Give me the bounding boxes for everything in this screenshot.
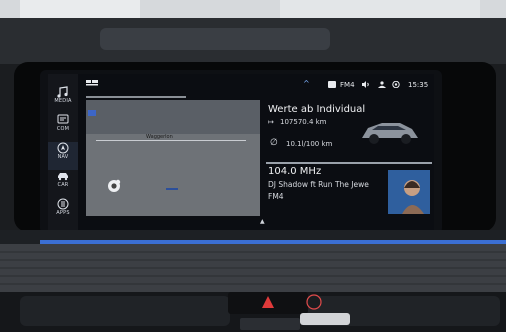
car-image-icon xyxy=(358,114,422,152)
route-line xyxy=(166,188,178,190)
map-progress-bar xyxy=(86,96,186,98)
sidebar-item-car[interactable]: CAR xyxy=(48,170,78,198)
vehicle-info-card[interactable]: Werte ab Individual ↦ 107570.4 km ∅ 10.1… xyxy=(266,100,432,158)
vehicle-card-title: Werte ab Individual xyxy=(268,104,366,115)
sidebar-item-label: COM xyxy=(56,126,70,132)
sidebar-item-label: CAR xyxy=(57,182,69,188)
sidebar-item-label: MEDIA xyxy=(54,98,72,104)
media-source-label: FM4 xyxy=(340,81,355,89)
sidebar-item-label: APPS xyxy=(56,210,70,216)
sidebar: MEDIA COM NAV CAR APPS xyxy=(48,74,78,230)
infotainment-display: MEDIA COM NAV CAR APPS ^ FM4 15:35 Wagge… xyxy=(48,74,434,230)
apps-icon xyxy=(57,198,69,210)
user-icon xyxy=(378,81,386,90)
map-street-label: Waggerlon xyxy=(146,134,173,140)
radio-track: DJ Shadow ft Run The Jewe xyxy=(268,180,369,189)
ambient-light-strip xyxy=(40,240,506,244)
sidebar-item-com[interactable]: COM xyxy=(48,114,78,142)
lock-button-icon xyxy=(306,294,322,310)
status-bar: ^ FM4 15:35 xyxy=(78,74,434,96)
radio-card[interactable]: 104.0 MHz DJ Shadow ft Run The Jewe FM4 xyxy=(266,162,432,218)
map-info-icon xyxy=(88,110,96,116)
menu-icon[interactable] xyxy=(86,80,98,90)
sidebar-item-apps[interactable]: APPS xyxy=(48,198,78,226)
radio-source-icon xyxy=(328,81,336,90)
navigation-map[interactable]: Waggerlon xyxy=(86,100,260,216)
sidebar-item-nav[interactable]: NAV xyxy=(48,142,78,170)
radio-frequency: 104.0 MHz xyxy=(268,166,322,177)
consumption-value: 10.1l/100 km xyxy=(286,140,333,148)
clock-time: 15:35 xyxy=(408,81,429,89)
sidebar-item-label: NAV xyxy=(57,154,69,160)
volume-icon xyxy=(362,81,370,90)
consumption-icon: ∅ xyxy=(270,138,278,148)
album-art xyxy=(388,170,430,214)
odometer-value: 107570.4 km xyxy=(280,118,327,126)
car-icon xyxy=(58,173,68,181)
phone-message-icon xyxy=(57,114,69,124)
map-position-icon xyxy=(106,178,122,198)
chevron-up-icon[interactable]: ^ xyxy=(303,79,310,88)
odometer-icon: ↦ xyxy=(268,118,274,126)
connectivity-icon xyxy=(392,80,400,90)
sidebar-item-media[interactable]: MEDIA xyxy=(48,86,78,114)
music-note-icon xyxy=(57,86,68,98)
navigation-icon xyxy=(57,142,69,154)
drawer-handle-icon[interactable]: ▲ xyxy=(260,218,265,225)
radio-station: FM4 xyxy=(268,192,284,201)
